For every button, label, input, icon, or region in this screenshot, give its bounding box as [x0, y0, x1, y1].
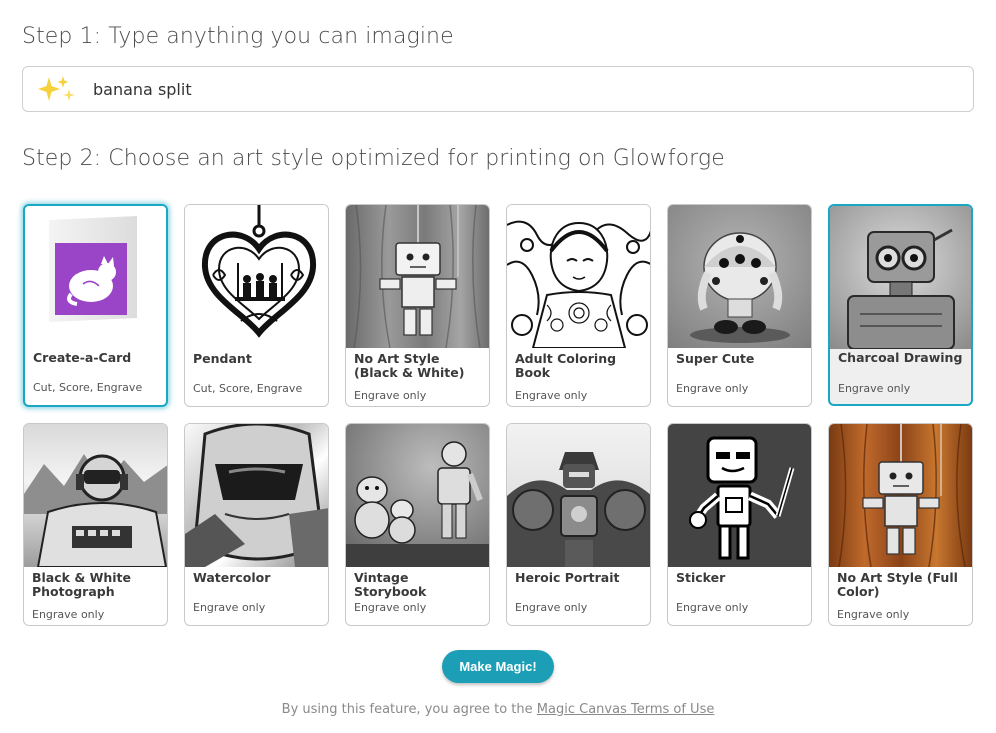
card-thumbnail — [830, 206, 971, 349]
style-card-heroic-portrait[interactable]: Heroic Portrait Engrave only — [506, 423, 651, 626]
card-subtitle: Engrave only — [193, 601, 266, 614]
card-subtitle: Engrave only — [676, 382, 749, 395]
style-card-watercolor[interactable]: Watercolor Engrave only — [184, 423, 329, 626]
card-thumbnail — [185, 205, 328, 348]
card-title: Create-a-Card — [33, 350, 132, 365]
style-card-vintage-storybook[interactable]: Vintage Storybook Engrave only — [345, 423, 490, 626]
card-thumbnail — [829, 424, 972, 567]
card-title: Adult Coloring Book — [515, 351, 617, 380]
style-card-pendant[interactable]: Pendant Cut, Score, Engrave — [184, 204, 329, 407]
make-magic-button[interactable]: Make Magic! — [442, 650, 554, 683]
card-subtitle: Cut, Score, Engrave — [33, 381, 143, 394]
card-subtitle: Engrave only — [32, 608, 105, 621]
card-thumbnail — [346, 424, 489, 567]
prompt-input[interactable]: banana split — [22, 66, 974, 112]
card-title: Black & White Photograph — [32, 570, 131, 599]
style-card-no-art-style-color[interactable]: No Art Style (Full Color) Engrave only — [828, 423, 973, 626]
card-thumbnail — [185, 424, 328, 567]
style-card-bw-photograph[interactable]: Black & White Photograph Engrave only — [23, 423, 168, 626]
card-title: Sticker — [676, 570, 726, 585]
card-thumbnail — [507, 424, 650, 567]
card-subtitle: Engrave only — [838, 382, 911, 395]
card-thumbnail — [668, 205, 811, 348]
card-subtitle: Engrave only — [515, 601, 588, 614]
terms-link[interactable]: Magic Canvas Terms of Use — [537, 702, 715, 717]
style-card-super-cute[interactable]: Super Cute Engrave only — [667, 204, 812, 407]
card-thumbnail — [668, 424, 811, 567]
step1-title: Step 1: Type anything you can imagine — [22, 24, 454, 49]
card-title: No Art Style (Full Color) — [837, 570, 958, 599]
terms-text: By using this feature, you agree to the — [281, 702, 533, 717]
card-subtitle: Engrave only — [354, 389, 427, 402]
card-title: No Art Style (Black & White) — [354, 351, 465, 380]
card-subtitle: Engrave only — [676, 601, 749, 614]
style-card-no-art-style-bw[interactable]: No Art Style (Black & White) Engrave onl… — [345, 204, 490, 407]
card-subtitle: Engrave only — [837, 608, 910, 621]
card-title: Super Cute — [676, 351, 755, 366]
card-subtitle: Engrave only — [354, 601, 427, 614]
card-thumbnail — [346, 205, 489, 348]
card-title: Heroic Portrait — [515, 570, 620, 585]
prompt-text: banana split — [93, 79, 192, 99]
terms-notice: By using this feature, you agree to the … — [0, 702, 996, 717]
style-card-create-a-card[interactable]: Create-a-Card Cut, Score, Engrave — [23, 204, 168, 407]
card-thumbnail — [25, 206, 166, 349]
step2-title: Step 2: Choose an art style optimized fo… — [22, 146, 725, 171]
card-title: Watercolor — [193, 570, 271, 585]
sparkles-icon — [37, 74, 77, 104]
style-card-charcoal-drawing[interactable]: Charcoal Drawing Engrave only — [828, 204, 973, 406]
card-thumbnail — [507, 205, 650, 348]
style-card-sticker[interactable]: Sticker Engrave only — [667, 423, 812, 626]
card-subtitle: Cut, Score, Engrave — [193, 382, 303, 395]
card-subtitle: Engrave only — [515, 389, 588, 402]
card-title: Charcoal Drawing — [838, 350, 963, 365]
card-title: Pendant — [193, 351, 252, 366]
style-card-adult-coloring-book[interactable]: Adult Coloring Book Engrave only — [506, 204, 651, 407]
card-title: Vintage Storybook — [354, 570, 427, 599]
card-thumbnail — [24, 424, 167, 567]
